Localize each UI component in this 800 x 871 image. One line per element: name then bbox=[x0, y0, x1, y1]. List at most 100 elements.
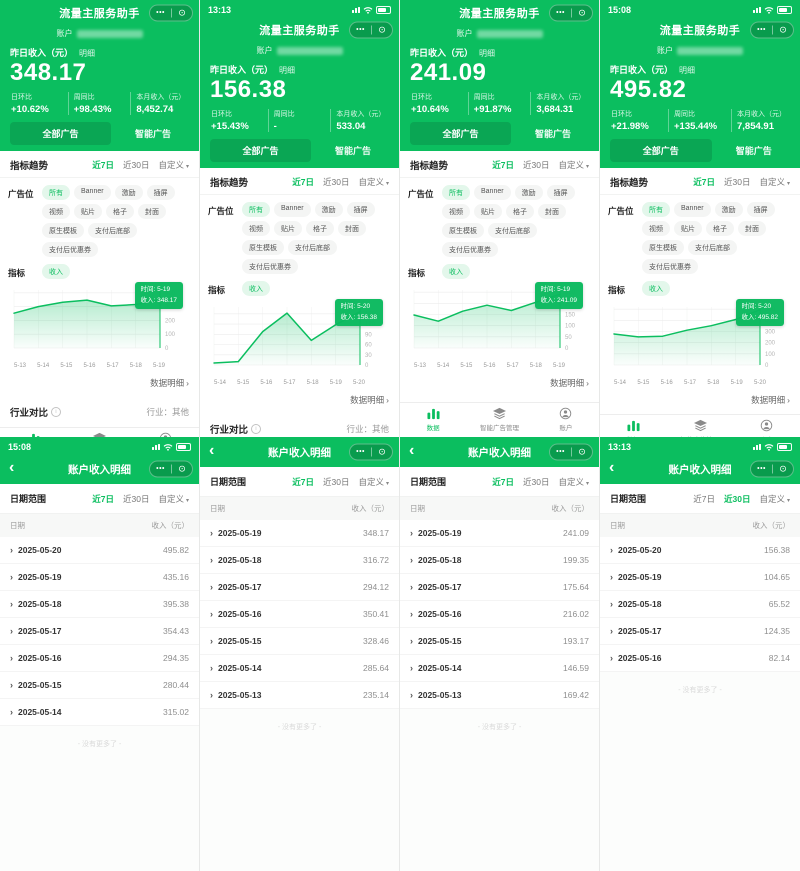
miniprogram-capsule[interactable]: ••• ⊙ bbox=[349, 22, 393, 39]
range-tab[interactable]: 近30日 bbox=[323, 476, 349, 488]
smart-ads-button[interactable]: 智能广告 bbox=[718, 144, 791, 157]
range-tab[interactable]: 近30日 bbox=[523, 476, 549, 488]
table-row[interactable]: ›2025-05-14285.64 bbox=[200, 655, 399, 682]
adslot-pill[interactable]: 支付后优惠券 bbox=[242, 259, 298, 274]
data-detail-link[interactable]: 数据明细 › bbox=[600, 388, 800, 414]
exit-icon[interactable]: ⊙ bbox=[578, 9, 586, 18]
range-tab[interactable]: 自定义▾ bbox=[358, 476, 389, 488]
adslot-pill[interactable]: Banner bbox=[474, 185, 511, 200]
adslot-pill[interactable]: 格子 bbox=[506, 204, 534, 219]
adslot-pill[interactable]: 视频 bbox=[642, 221, 670, 236]
all-ads-button[interactable]: 全部广告 bbox=[210, 139, 311, 162]
tab-data[interactable]: 数据 bbox=[600, 419, 667, 437]
exit-icon[interactable]: ⊙ bbox=[779, 26, 787, 35]
range-tab[interactable]: 自定义▾ bbox=[759, 176, 790, 188]
adslot-pill[interactable]: 插屏 bbox=[547, 185, 575, 200]
adslot-pill[interactable]: 封面 bbox=[538, 204, 566, 219]
table-row[interactable]: ›2025-05-13235.14 bbox=[200, 682, 399, 709]
table-row[interactable]: ›2025-05-16350.41 bbox=[200, 601, 399, 628]
range-tab[interactable]: 近7日 bbox=[492, 159, 514, 171]
table-row[interactable]: ›2025-05-15193.17 bbox=[400, 628, 599, 655]
more-icon[interactable]: ••• bbox=[757, 466, 766, 473]
more-icon[interactable]: ••• bbox=[156, 10, 165, 17]
range-tab[interactable]: 自定义▾ bbox=[759, 493, 790, 505]
table-row[interactable]: ›2025-05-18199.35 bbox=[400, 547, 599, 574]
miniprogram-capsule[interactable]: ••• ⊙ bbox=[149, 461, 193, 478]
miniprogram-capsule[interactable]: ••• ⊙ bbox=[549, 444, 593, 461]
range-tab[interactable]: 自定义▾ bbox=[158, 493, 189, 505]
adslot-pill[interactable]: 贴片 bbox=[74, 204, 102, 219]
adslot-pill[interactable]: 视频 bbox=[42, 204, 70, 219]
adslot-pill[interactable]: 支付后底部 bbox=[88, 223, 137, 238]
adslot-pill[interactable]: 所有 bbox=[242, 202, 270, 217]
info-icon[interactable]: i bbox=[251, 424, 261, 434]
range-tab[interactable]: 近7日 bbox=[92, 159, 114, 171]
table-row[interactable]: ›2025-05-20156.38 bbox=[600, 537, 800, 564]
back-icon[interactable]: ‹ bbox=[9, 460, 14, 476]
data-detail-link[interactable]: 数据明细 › bbox=[400, 371, 599, 397]
range-tab[interactable]: 近30日 bbox=[123, 159, 149, 171]
adslot-pill[interactable]: 格子 bbox=[706, 221, 734, 236]
table-row[interactable]: ›2025-05-19348.17 bbox=[200, 520, 399, 547]
table-row[interactable]: ›2025-05-19435.16 bbox=[0, 564, 199, 591]
exit-icon[interactable]: ⊙ bbox=[178, 9, 186, 18]
adslot-pill[interactable]: 封面 bbox=[738, 221, 766, 236]
industry-compare-section[interactable]: 行业对比 i 行业：其他 bbox=[0, 397, 199, 427]
table-row[interactable]: ›2025-05-15328.46 bbox=[200, 628, 399, 655]
table-row[interactable]: ›2025-05-17294.12 bbox=[200, 574, 399, 601]
table-row[interactable]: ›2025-05-17354.43 bbox=[0, 618, 199, 645]
adslot-pill[interactable]: 插屏 bbox=[347, 202, 375, 217]
data-detail-link[interactable]: 数据明细 › bbox=[200, 388, 399, 414]
range-tab[interactable]: 近30日 bbox=[323, 176, 349, 188]
table-row[interactable]: ›2025-05-1682.14 bbox=[600, 645, 800, 672]
account-row[interactable]: 账户 bbox=[600, 43, 800, 58]
income-detail-link[interactable]: 明细 bbox=[279, 65, 295, 76]
metric-pill-income[interactable]: 收入 bbox=[242, 281, 270, 296]
adslot-pill[interactable]: 原生模板 bbox=[442, 223, 484, 238]
range-tab[interactable]: 自定义▾ bbox=[158, 159, 189, 171]
range-tab[interactable]: 自定义▾ bbox=[358, 176, 389, 188]
more-icon[interactable]: ••• bbox=[356, 449, 365, 456]
all-ads-button[interactable]: 全部广告 bbox=[610, 139, 712, 162]
range-tab[interactable]: 近7日 bbox=[492, 476, 514, 488]
table-row[interactable]: ›2025-05-20495.82 bbox=[0, 537, 199, 564]
adslot-pill[interactable]: Banner bbox=[674, 202, 711, 217]
tab-data[interactable]: 数据 bbox=[400, 407, 466, 432]
back-icon[interactable]: ‹ bbox=[609, 460, 614, 476]
income-detail-link[interactable]: 明细 bbox=[79, 48, 95, 59]
all-ads-button[interactable]: 全部广告 bbox=[10, 122, 111, 145]
account-row[interactable]: 账户 bbox=[200, 43, 399, 58]
adslot-pill[interactable]: 原生模板 bbox=[642, 240, 684, 255]
adslot-pill[interactable]: 插屏 bbox=[747, 202, 775, 217]
more-icon[interactable]: ••• bbox=[757, 27, 766, 34]
table-row[interactable]: ›2025-05-18316.72 bbox=[200, 547, 399, 574]
range-tab[interactable]: 近30日 bbox=[724, 493, 750, 505]
tab-account[interactable]: 账户 bbox=[533, 407, 599, 432]
miniprogram-capsule[interactable]: ••• ⊙ bbox=[750, 461, 794, 478]
tab-smart-ads[interactable]: 智能广告管理 bbox=[667, 419, 734, 437]
range-tab[interactable]: 近30日 bbox=[123, 493, 149, 505]
metric-pill-income[interactable]: 收入 bbox=[442, 264, 470, 279]
adslot-pill[interactable]: 格子 bbox=[106, 204, 134, 219]
exit-icon[interactable]: ⊙ bbox=[378, 26, 386, 35]
back-icon[interactable]: ‹ bbox=[209, 443, 214, 459]
range-tab[interactable]: 近7日 bbox=[292, 476, 314, 488]
miniprogram-capsule[interactable]: ••• ⊙ bbox=[549, 5, 593, 22]
adslot-pill[interactable]: 贴片 bbox=[274, 221, 302, 236]
adslot-pill[interactable]: 所有 bbox=[42, 185, 70, 200]
adslot-pill[interactable]: 激励 bbox=[315, 202, 343, 217]
exit-icon[interactable]: ⊙ bbox=[779, 465, 787, 474]
tab-account[interactable]: 账户 bbox=[733, 419, 800, 437]
smart-ads-button[interactable]: 智能广告 bbox=[317, 144, 389, 157]
table-row[interactable]: ›2025-05-19104.65 bbox=[600, 564, 800, 591]
adslot-pill[interactable]: 支付后底部 bbox=[488, 223, 537, 238]
adslot-pill[interactable]: 所有 bbox=[442, 185, 470, 200]
table-row[interactable]: ›2025-05-15280.44 bbox=[0, 672, 199, 699]
income-detail-link[interactable]: 明细 bbox=[679, 65, 695, 76]
table-row[interactable]: ›2025-05-13169.42 bbox=[400, 682, 599, 709]
range-tab[interactable]: 自定义▾ bbox=[558, 159, 589, 171]
table-row[interactable]: ›2025-05-16216.02 bbox=[400, 601, 599, 628]
table-row[interactable]: ›2025-05-1865.52 bbox=[600, 591, 800, 618]
range-tab[interactable]: 近30日 bbox=[724, 176, 750, 188]
more-icon[interactable]: ••• bbox=[156, 466, 165, 473]
